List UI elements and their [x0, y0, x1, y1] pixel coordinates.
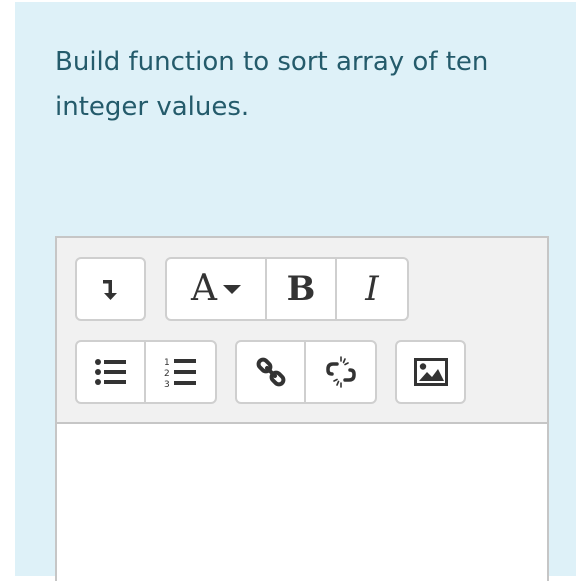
svg-text:3: 3	[164, 380, 170, 388]
toolbar-group-links	[235, 340, 377, 404]
bold-button[interactable]: B	[267, 259, 337, 319]
font-style-dropdown[interactable]: A	[167, 259, 267, 319]
caret-down-icon	[223, 284, 241, 294]
toolbar-group-text-style: A B I	[165, 257, 409, 321]
svg-text:1: 1	[164, 358, 170, 368]
rich-text-editor: A B I 1 2 3	[55, 236, 549, 581]
question-text: Build function to sort array of ten inte…	[55, 47, 489, 122]
bulleted-list-icon	[94, 359, 126, 385]
italic-label: I	[365, 269, 379, 309]
toolbar-toggle-button[interactable]	[77, 259, 144, 319]
question-panel: Build function to sort array of ten inte…	[15, 2, 576, 581]
unlink-icon	[325, 356, 356, 388]
italic-button[interactable]: I	[337, 259, 407, 319]
numbered-list-icon: 1 2 3	[164, 358, 196, 388]
image-icon	[413, 358, 448, 386]
toolbar-group-media	[395, 340, 466, 404]
insert-image-button[interactable]	[397, 342, 464, 402]
insert-link-button[interactable]	[237, 342, 307, 402]
bold-label: B	[286, 269, 316, 309]
editor-toolbar: A B I 1 2 3	[57, 238, 547, 424]
toolbar-group-toggle	[75, 257, 146, 321]
editor-content-area[interactable]	[57, 424, 547, 581]
toolbar-group-lists: 1 2 3	[75, 340, 217, 404]
font-style-label: A	[191, 268, 217, 309]
link-icon	[256, 357, 285, 387]
svg-text:2: 2	[164, 369, 170, 379]
unlink-button[interactable]	[306, 342, 375, 402]
unordered-list-button[interactable]	[77, 342, 147, 402]
arrow-down-toggle-icon	[102, 280, 117, 300]
ordered-list-button[interactable]: 1 2 3	[146, 342, 215, 402]
